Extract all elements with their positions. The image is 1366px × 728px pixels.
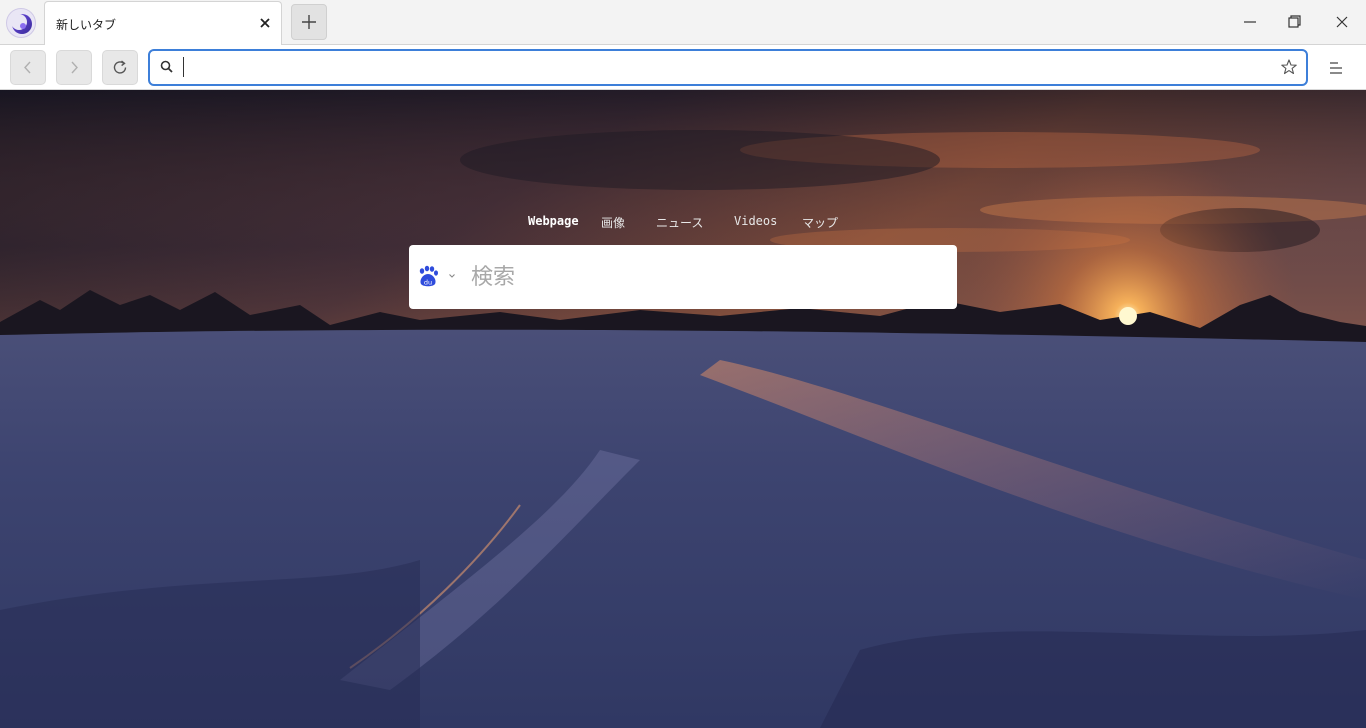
close-window-button[interactable] [1328, 8, 1356, 36]
search-icon [159, 59, 175, 75]
new-tab-page: Webpage 画像 ニュース Videos マップ du [0, 90, 1366, 728]
baidu-paw-icon: du [417, 265, 439, 289]
forward-button[interactable] [56, 50, 92, 85]
minimize-icon [1244, 21, 1256, 23]
back-button[interactable] [10, 50, 46, 85]
chevron-down-icon [447, 271, 457, 281]
restore-icon [1288, 15, 1301, 28]
search-tab-webpage[interactable]: Webpage [528, 214, 579, 228]
search-box: du [409, 245, 957, 309]
search-tab-maps[interactable]: マップ [802, 214, 838, 231]
address-input[interactable] [182, 55, 1262, 80]
menu-icon [1330, 62, 1342, 74]
new-tab-button[interactable] [291, 4, 327, 40]
address-bar[interactable] [148, 49, 1308, 86]
background-wallpaper [0, 90, 1366, 728]
reload-icon [113, 60, 127, 74]
chevron-right-icon [71, 61, 78, 74]
plus-icon [302, 15, 316, 29]
active-tab[interactable]: 新しいタブ [44, 1, 282, 46]
search-engine-selector[interactable]: du [417, 265, 457, 289]
close-icon [1336, 16, 1348, 28]
chevron-left-icon [24, 61, 31, 74]
bookmark-star-icon[interactable] [1280, 58, 1298, 76]
svg-text:du: du [424, 279, 432, 287]
tab-title: 新しいタブ [56, 18, 117, 32]
search-tab-news[interactable]: ニュース [656, 214, 703, 231]
search-tab-images[interactable]: 画像 [601, 214, 625, 231]
browser-logo-icon[interactable] [6, 8, 36, 38]
minimize-button[interactable] [1236, 8, 1264, 36]
tab-bar: 新しいタブ [0, 0, 1366, 46]
restore-button[interactable] [1280, 8, 1308, 36]
search-tab-videos[interactable]: Videos [734, 214, 777, 228]
close-tab-icon[interactable] [257, 15, 273, 31]
navigation-toolbar [0, 45, 1366, 90]
text-caret [183, 57, 184, 77]
search-input[interactable] [471, 259, 941, 295]
main-menu-button[interactable] [1322, 57, 1350, 79]
reload-button[interactable] [102, 50, 138, 85]
